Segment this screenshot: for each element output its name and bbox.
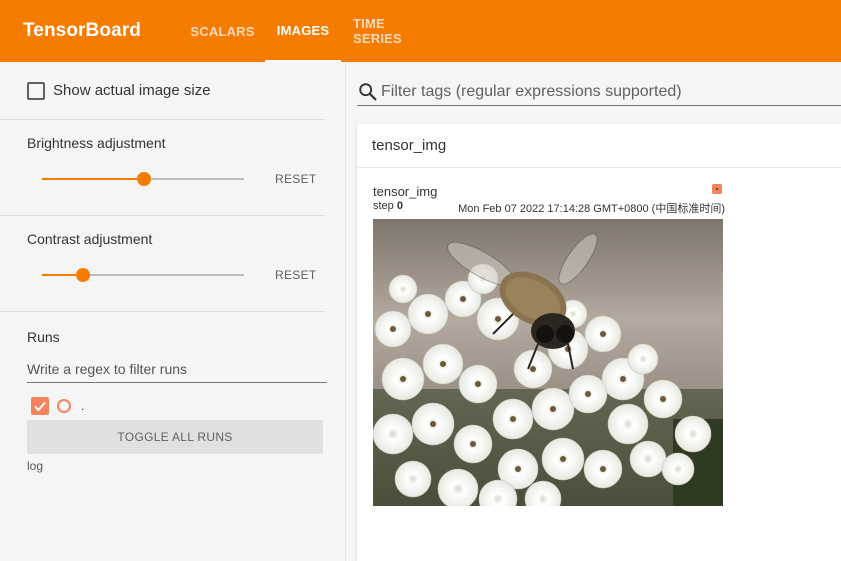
image-tag: tensor_img [373, 184, 438, 199]
tab-scalars[interactable]: SCALARS [180, 0, 265, 62]
show-actual-size-checkbox[interactable] [27, 81, 45, 100]
brightness-slider-fill [42, 178, 143, 180]
tag-card: tensor_img tensor_img step 0 Mon Feb 07 … [357, 124, 841, 561]
check-icon [34, 401, 46, 412]
brightness-section: Brightness adjustment RESET [0, 120, 325, 216]
show-actual-size-row[interactable]: Show actual image size [0, 62, 325, 120]
runs-title: Runs [27, 329, 60, 345]
log-directory-label: log [27, 459, 44, 473]
contrast-slider[interactable] [42, 268, 244, 282]
brightness-title: Brightness adjustment [27, 135, 166, 151]
contrast-section: Contrast adjustment RESET [0, 216, 325, 312]
show-actual-size-label: Show actual image size [53, 82, 211, 99]
tag-filter-input[interactable] [381, 82, 821, 101]
bee-on-flowers-image [373, 219, 723, 506]
tag-card-title[interactable]: tensor_img [357, 124, 841, 168]
image-timestamp: Mon Feb 07 2022 17:14:28 GMT+0800 (中国标准时… [458, 203, 725, 215]
contrast-reset-button[interactable]: RESET [275, 268, 317, 282]
tab-images[interactable]: IMAGES [265, 0, 341, 62]
tag-filter-row [357, 78, 841, 106]
run-checkbox[interactable] [31, 397, 49, 415]
contrast-slider-knob[interactable] [76, 268, 90, 282]
brightness-slider-knob[interactable] [137, 172, 151, 186]
run-color-picker[interactable] [57, 399, 71, 413]
run-color-indicator [712, 184, 722, 194]
step-indicator: step 0 [373, 200, 403, 216]
runs-filter-input[interactable] [27, 355, 327, 383]
contrast-title: Contrast adjustment [27, 231, 153, 247]
run-name: . [81, 399, 85, 413]
toggle-all-runs-button[interactable]: TOGGLE ALL RUNS [27, 420, 323, 454]
image-panel: tensor_img step 0 Mon Feb 07 2022 17:14:… [373, 184, 725, 506]
main-content: tensor_img tensor_img step 0 Mon Feb 07 … [347, 62, 841, 561]
brightness-slider[interactable] [42, 172, 244, 186]
brightness-reset-button[interactable]: RESET [275, 172, 317, 186]
search-icon [359, 82, 377, 100]
image-meta: step 0 Mon Feb 07 2022 17:14:28 GMT+0800… [373, 200, 725, 216]
app-logo-title[interactable]: TensorBoard [23, 20, 180, 42]
dashboard-tabs: SCALARS IMAGES TIME SERIES [180, 0, 447, 62]
step-label: step [373, 200, 394, 212]
sidebar: Show actual image size Brightness adjust… [0, 62, 346, 561]
tab-time-series[interactable]: TIME SERIES [341, 0, 447, 62]
top-app-bar: TensorBoard SCALARS IMAGES TIME SERIES [0, 0, 841, 62]
step-value: 0 [396, 200, 403, 212]
run-item[interactable]: . [31, 397, 84, 415]
